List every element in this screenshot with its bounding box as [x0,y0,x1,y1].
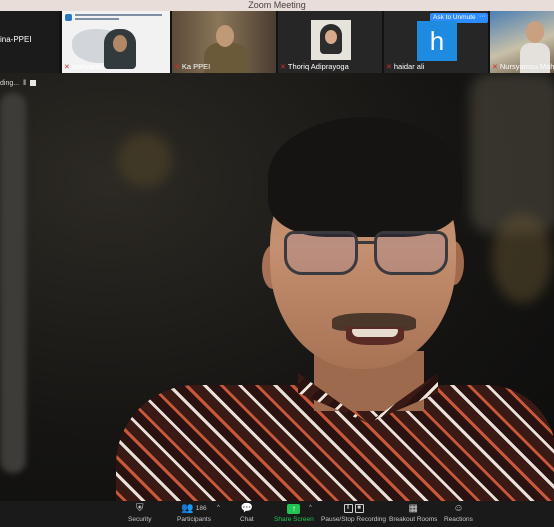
participants-icon: 👥 [181,503,194,514]
share-screen-button[interactable]: ↑ Share Screen [274,502,314,527]
window-title: Zoom Meeting [0,0,554,11]
chevron-up-icon[interactable]: ^ [217,505,220,511]
stop-icon: ■ [354,504,364,513]
pause-stop-recording-button[interactable]: ǁ ■ Pause/Stop Recording [321,502,386,527]
participant-tile[interactable]: ina-PPEI [0,11,59,73]
breakout-rooms-button[interactable]: ▦ Breakout Rooms [389,502,437,527]
participants-button[interactable]: 👥 186 Participants [177,502,211,527]
participant-tile[interactable]: ✕ waliyanto [62,11,170,73]
participant-tile[interactable]: ✕ Ka PPEI [172,11,276,73]
stop-recording-icon[interactable] [29,80,36,86]
shield-icon: ⛨ [135,503,144,514]
participant-tile[interactable]: ✕ Thoriq Adiprayoga [278,11,382,73]
thumbnail-strip[interactable]: ina-PPEI ✕ waliyanto ✕ Ka PPEI ✕ Thoriq … [0,11,554,73]
chat-button[interactable]: 💬 Chat [240,502,254,527]
participant-name: Ka PPEI [181,62,211,71]
reactions-button[interactable]: ☺ Reactions [444,502,473,527]
mic-muted-icon: ✕ [280,63,286,71]
chat-icon: 💬 [240,503,254,514]
more-options-button[interactable]: ··· [477,13,488,23]
chevron-up-icon[interactable]: ^ [309,505,312,511]
participant-name: Thoriq Adiprayoga [287,62,349,71]
participant-name: Nursyamsu Mahy [499,62,554,71]
participant-name: ina-PPEI [0,35,32,44]
participant-video [216,25,234,47]
recording-label: ding... [0,79,20,87]
security-button[interactable]: ⛨ Security [128,502,151,527]
participant-name: waliyanto [71,62,104,71]
breakout-rooms-icon: ▦ [408,503,418,514]
mic-muted-icon: ✕ [492,63,498,71]
meeting-toolbar: ⛨ Security 👥 186 Participants ^ 💬 Chat ↑… [0,501,554,527]
slide-logo [65,14,72,21]
speaker-glasses [278,229,456,279]
mic-muted-icon: ✕ [64,63,70,71]
participant-video [526,21,544,43]
recording-status: ding... ǁ [0,76,36,90]
participant-tile[interactable]: Ask to Unmute ··· h ✕ haidar ali [384,11,488,73]
participant-name: haidar ali [393,62,425,71]
participant-count: 186 [195,505,207,512]
participant-video [104,29,136,69]
pause-recording-icon[interactable]: ǁ [23,80,26,87]
share-screen-icon: ↑ [287,503,301,514]
profile-photo [311,20,351,60]
smiley-icon: ☺ [453,503,464,514]
zoom-window: Zoom Meeting ina-PPEI ✕ waliyanto ✕ Ka P… [0,0,554,527]
avatar: h [417,21,457,61]
participant-tile[interactable]: ✕ Nursyamsu Mahy [490,11,554,73]
pause-icon: ǁ [343,504,353,513]
mic-muted-icon: ✕ [386,63,392,71]
mic-muted-icon: ✕ [174,63,180,71]
active-speaker-video [0,73,554,501]
